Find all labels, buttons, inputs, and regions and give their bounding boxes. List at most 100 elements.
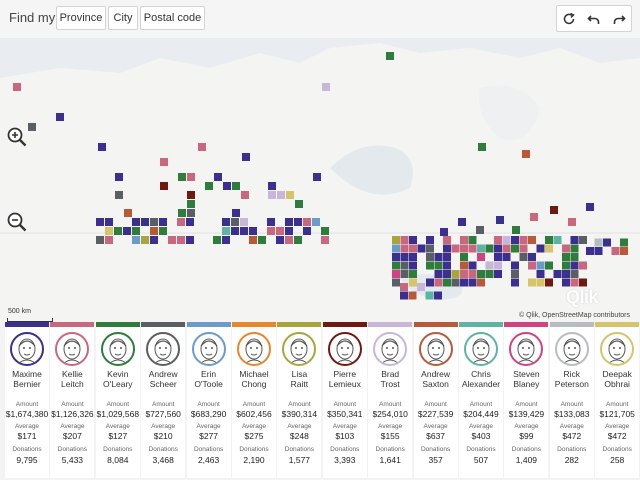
donation-tile[interactable] [392, 236, 400, 244]
donation-tile[interactable] [440, 228, 448, 236]
donation-tile[interactable] [528, 261, 536, 270]
donation-tile[interactable] [594, 238, 603, 247]
donation-tile[interactable] [115, 191, 123, 199]
donation-tile[interactable] [530, 213, 538, 221]
donation-tile[interactable] [13, 83, 21, 91]
donation-tile[interactable] [536, 278, 545, 287]
donation-tile[interactable] [485, 270, 494, 278]
donation-tile[interactable] [579, 278, 587, 287]
donation-tile[interactable] [468, 236, 477, 244]
donation-tile[interactable] [392, 270, 400, 278]
donation-tile[interactable] [443, 253, 451, 261]
donation-tile[interactable] [502, 236, 511, 244]
donation-tile[interactable] [409, 236, 417, 244]
donation-tile[interactable] [187, 173, 195, 181]
donation-tile[interactable] [611, 247, 620, 255]
donation-tile[interactable] [150, 218, 158, 226]
donation-tile[interactable] [451, 244, 460, 253]
donation-tile[interactable] [417, 283, 425, 291]
donation-tile[interactable] [496, 216, 504, 224]
donation-tile[interactable] [586, 203, 594, 211]
candidate-card[interactable]: Andrew Scheer Amount $727,560 Average $2… [141, 322, 186, 478]
candidate-card[interactable]: Brad Trost Amount $254,010 Average $155 … [368, 322, 413, 478]
donation-tile[interactable] [96, 218, 104, 226]
donation-tile[interactable] [400, 236, 409, 244]
donation-tile[interactable] [485, 244, 494, 253]
donation-tile[interactable] [603, 238, 611, 247]
donation-tile[interactable] [198, 143, 206, 151]
donation-tile[interactable] [159, 227, 167, 235]
donation-tile[interactable] [545, 244, 553, 253]
donation-tile[interactable] [409, 261, 417, 270]
donation-tile[interactable] [443, 244, 451, 253]
donation-tile[interactable] [519, 236, 528, 244]
donation-tile[interactable] [570, 270, 579, 278]
donation-tile[interactable] [511, 236, 519, 244]
donation-tile[interactable] [213, 236, 221, 244]
donation-tile[interactable] [451, 270, 460, 278]
donation-tile[interactable] [141, 218, 149, 226]
donation-tile[interactable] [285, 227, 293, 235]
donation-tile[interactable] [468, 278, 477, 287]
donation-tile[interactable] [285, 236, 293, 244]
candidate-card[interactable]: Pierre Lemieux Amount $350,341 Average $… [322, 322, 367, 478]
donation-tile[interactable] [160, 182, 168, 190]
donation-tile[interactable] [528, 236, 536, 244]
donation-tile[interactable] [426, 253, 434, 261]
donation-tile[interactable] [460, 244, 468, 253]
donation-tile[interactable] [528, 253, 536, 261]
donation-tile[interactable] [150, 227, 158, 235]
donation-tile[interactable] [321, 236, 329, 244]
donation-tile[interactable] [494, 261, 502, 270]
donation-tile[interactable] [392, 278, 400, 287]
donation-tile[interactable] [458, 218, 466, 226]
donation-tile[interactable] [392, 253, 400, 261]
donation-tile[interactable] [460, 278, 468, 287]
donation-tile[interactable] [187, 209, 195, 217]
donation-tile[interactable] [277, 191, 285, 199]
donation-tile[interactable] [426, 261, 434, 270]
donation-tile[interactable] [249, 227, 257, 235]
donation-tile[interactable] [400, 244, 409, 253]
donation-tile[interactable] [562, 261, 570, 270]
donation-tile[interactable] [502, 244, 511, 253]
donation-tile[interactable] [105, 218, 113, 226]
donation-tile[interactable] [478, 143, 486, 151]
donation-tile[interactable] [132, 227, 140, 235]
donation-tile[interactable] [241, 191, 249, 199]
donation-tile[interactable] [434, 253, 443, 261]
donation-tile[interactable] [409, 278, 417, 287]
refresh-icon[interactable] [557, 6, 582, 31]
donation-tile[interactable] [268, 191, 276, 199]
donation-tile[interactable] [434, 291, 442, 300]
donation-tile[interactable] [417, 244, 426, 253]
candidate-card[interactable]: Chris Alexander Amount $204,449 Average … [459, 322, 503, 478]
donation-tile[interactable] [105, 236, 113, 244]
donation-tile[interactable] [409, 253, 417, 261]
donation-tile[interactable] [425, 291, 434, 300]
donation-tile[interactable] [115, 173, 123, 181]
donation-tile[interactable] [186, 218, 194, 226]
donation-tile[interactable] [400, 291, 408, 300]
redo-icon[interactable] [606, 6, 631, 31]
donation-tile[interactable] [468, 244, 477, 253]
donation-tile[interactable] [620, 247, 628, 255]
donation-tile[interactable] [562, 244, 570, 253]
donation-tile[interactable] [443, 236, 451, 244]
donation-tile[interactable] [98, 143, 106, 151]
donation-tile[interactable] [285, 218, 293, 226]
donation-tile[interactable] [303, 227, 311, 235]
donation-tile[interactable] [426, 244, 434, 253]
donation-tile[interactable] [519, 253, 528, 261]
donation-tile[interactable] [620, 238, 628, 247]
donation-tile[interactable] [240, 227, 248, 235]
donation-tile[interactable] [132, 236, 140, 244]
candidate-card[interactable]: Andrew Saxton Amount $227,539 Average $6… [413, 322, 458, 478]
donation-tile[interactable] [267, 227, 275, 235]
donation-tile[interactable] [460, 236, 468, 244]
donation-tile[interactable] [477, 253, 485, 261]
donation-tile[interactable] [553, 270, 562, 278]
donation-tile[interactable] [114, 227, 122, 235]
donation-tile[interactable] [222, 227, 230, 235]
donation-tile[interactable] [579, 261, 587, 270]
